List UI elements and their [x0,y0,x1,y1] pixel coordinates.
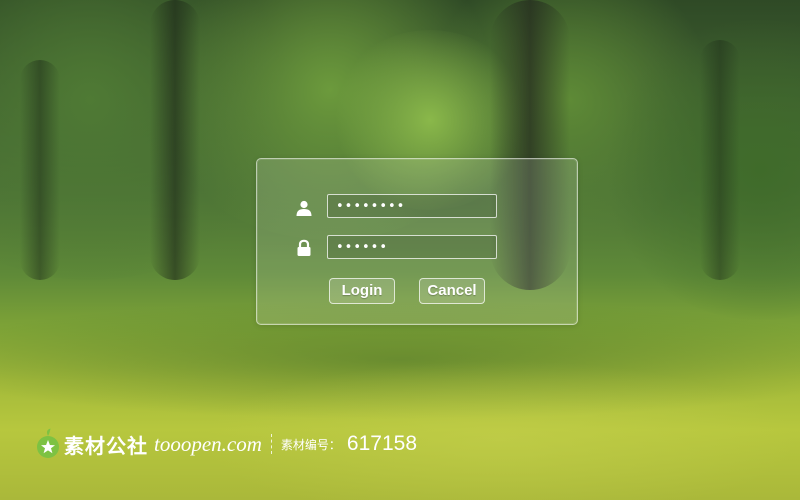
password-input[interactable] [327,235,497,259]
watermark-separator [270,434,272,454]
username-input[interactable] [327,194,497,218]
cancel-button[interactable]: Cancel [419,278,485,304]
blurred-forest-background: Login Cancel 素材公社 tooopen.com 素材编号： 6171… [0,0,800,500]
watermark-site: tooopen.com [154,431,262,456]
watermark-id-value: 617158 [346,432,417,455]
watermark-brand: 素材公社 [64,433,148,458]
lock-icon [295,239,313,257]
watermark: 素材公社 tooopen.com 素材编号： 617158 [36,424,417,464]
login-dialog: Login Cancel [256,158,578,325]
user-icon [295,199,313,217]
login-button[interactable]: Login [329,278,395,304]
watermark-id-label: 素材编号： [280,437,341,452]
leaf-star-logo-icon [36,428,60,460]
